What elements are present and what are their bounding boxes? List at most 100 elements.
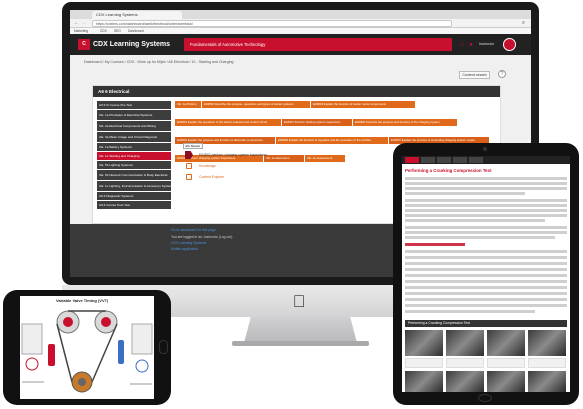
photo-caption bbox=[405, 358, 443, 368]
text-line bbox=[405, 219, 545, 222]
photo-caption bbox=[446, 358, 484, 368]
browser-tab[interactable]: CDX Learning Systems bbox=[92, 11, 182, 19]
sidebar-item[interactable]: A6 6 Diagnostic Systems bbox=[97, 192, 171, 200]
engine-photo[interactable] bbox=[528, 371, 566, 392]
engine-photo[interactable] bbox=[528, 330, 566, 356]
home-button[interactable] bbox=[478, 394, 492, 402]
task-tag[interactable]: E04806 Describe the purpose and function… bbox=[353, 119, 457, 126]
sidebar-item[interactable]: A6 6 Ib Course Pre-Test bbox=[97, 101, 171, 109]
engine-photo[interactable] bbox=[446, 330, 484, 356]
step-line bbox=[405, 256, 567, 259]
tablet-nav-button[interactable] bbox=[453, 157, 467, 163]
apple-logo-icon:  bbox=[289, 292, 309, 312]
engine-photo[interactable] bbox=[405, 330, 443, 356]
task-tag[interactable]: E04806 Explain the function of regulator… bbox=[276, 137, 388, 144]
step-line bbox=[405, 280, 567, 283]
text-line bbox=[405, 226, 567, 229]
sidebar-item[interactable]: CE. 1a Battery Systems bbox=[97, 143, 171, 151]
sidebar-item[interactable]: CE. 5b Lighting Systems bbox=[97, 161, 171, 169]
footer-link[interactable]: Go to dashboard for this page bbox=[171, 228, 216, 233]
text-line bbox=[405, 192, 525, 195]
job-sheet-item[interactable]: Content Explorer bbox=[185, 173, 345, 181]
diagram-title: Variable Valve Timing (VVT) bbox=[56, 298, 109, 303]
task-tag[interactable]: E04802 Describe the purpose, operation, … bbox=[202, 101, 310, 108]
camera-icon bbox=[483, 147, 487, 151]
text-line bbox=[405, 236, 555, 239]
ipad-device: Performing a Cranking Compression Test P… bbox=[393, 143, 579, 405]
knowledge-icon bbox=[186, 163, 192, 169]
text-line bbox=[405, 187, 567, 190]
step-line bbox=[405, 262, 567, 265]
vvt-diagram-icon[interactable] bbox=[20, 304, 154, 399]
engine-photo[interactable] bbox=[405, 371, 443, 392]
sidebar-item[interactable]: CE. 1c Lighting, Instrumentation & Acces… bbox=[97, 181, 171, 191]
tablet-page-title: Performing a Cranking Compression Test bbox=[405, 168, 492, 173]
imac-foot bbox=[232, 341, 369, 346]
text-line bbox=[405, 177, 567, 180]
figure-title: Performing a Cranking Compression Test bbox=[405, 320, 567, 327]
sidebar-item[interactable]: CE. 1a Principles of Electrical Systems bbox=[97, 110, 171, 120]
course-title: Fundamentals of Automotive Technology bbox=[184, 38, 452, 51]
job-sheet-label[interactable]: Knowledge bbox=[199, 162, 216, 170]
imac-stand bbox=[244, 317, 357, 343]
step-line bbox=[405, 286, 567, 289]
menu-icon[interactable]: ≡ bbox=[522, 20, 525, 27]
footer-link[interactable]: Mobile application bbox=[171, 247, 198, 252]
job-sheets-tab[interactable]: Job Sheets bbox=[183, 143, 203, 149]
footer-link[interactable]: CDX Learning Systems bbox=[171, 241, 206, 246]
tablet-nav-button[interactable] bbox=[405, 157, 419, 163]
text-line bbox=[405, 199, 567, 202]
text-line bbox=[405, 243, 465, 246]
back-icon[interactable]: ← bbox=[74, 20, 79, 27]
sidebar-item-active[interactable]: CE. 1e Starting and Charging bbox=[97, 152, 171, 160]
sidebar-item[interactable]: CE. 6b Network Communication & Body Elec… bbox=[97, 170, 171, 180]
tablet-nav-button[interactable] bbox=[469, 157, 483, 163]
task-tag[interactable]: E04804 Explain the operation of the star… bbox=[175, 119, 281, 126]
sidebar: A6 6 Ib Course Pre-Test CE. 1a Principle… bbox=[97, 101, 171, 210]
task-tag[interactable]: E04803 Explain the function of starter m… bbox=[311, 101, 415, 108]
step-line bbox=[405, 250, 567, 253]
content-search-button[interactable]: Content search bbox=[459, 71, 490, 79]
photo-caption bbox=[487, 358, 525, 368]
url-field[interactable]: https://cdxlms.com/dashboard/ase6/electr… bbox=[92, 20, 452, 27]
app-title[interactable]: CDX Learning Systems bbox=[93, 38, 170, 51]
breadcrumb[interactable]: Dashboard / My Courses / CDX - Work up f… bbox=[84, 59, 234, 65]
job-sheet-item[interactable]: Knowledge bbox=[185, 162, 345, 170]
footer-login-text: You are logged in as: Instructor (Log ou… bbox=[171, 235, 233, 239]
home-icon[interactable]: ⌂ bbox=[459, 42, 465, 48]
tablet-nav bbox=[402, 156, 570, 164]
user-name[interactable]: Instructor bbox=[479, 41, 494, 48]
photo-caption bbox=[528, 358, 566, 368]
sidebar-item[interactable]: CE. 2a Electrical Components and Wiring bbox=[97, 121, 171, 131]
sidebar-item[interactable]: CE. 3a Meter Usage and Circuit Diagnosis bbox=[97, 132, 171, 142]
engine-photo[interactable] bbox=[487, 371, 525, 392]
engine-photo[interactable] bbox=[487, 330, 525, 356]
job-sheet-label[interactable]: Content Explorer bbox=[199, 173, 224, 181]
avatar[interactable] bbox=[503, 38, 516, 51]
home-button[interactable] bbox=[159, 340, 168, 354]
task-tag[interactable]: CE. 1a Prelims bbox=[175, 101, 201, 108]
cdx-logo-icon: C bbox=[78, 39, 90, 50]
address-bar-row: ← → https://cdxlms.com/dashboard/ase6/el… bbox=[70, 19, 531, 28]
job-sheet-label[interactable]: E04802 perform charging system inspectio… bbox=[199, 151, 267, 159]
iphone-screen: Variable Valve Timing (VVT) bbox=[20, 296, 154, 399]
tablet-nav-button[interactable] bbox=[437, 157, 451, 163]
text-line bbox=[405, 182, 567, 185]
job-sheet-item[interactable]: E04802 perform charging system inspectio… bbox=[185, 151, 345, 159]
sidebar-item[interactable]: A6 6 Course Post-Test bbox=[97, 201, 171, 209]
step-line bbox=[405, 268, 567, 271]
forward-icon[interactable]: → bbox=[81, 20, 86, 27]
panel-title: A6 6 Electrical bbox=[93, 86, 500, 97]
help-icon[interactable]: ? bbox=[498, 70, 506, 78]
app-header: C CDX Learning Systems Fundamentals of A… bbox=[70, 34, 531, 55]
text-line bbox=[405, 209, 567, 212]
ipad-screen: Performing a Cranking Compression Test P… bbox=[402, 156, 570, 392]
engine-photo[interactable] bbox=[446, 371, 484, 392]
step-line bbox=[405, 292, 567, 295]
browser-tab-bar: CDX Learning Systems bbox=[70, 10, 531, 19]
tablet-nav-button[interactable] bbox=[421, 157, 435, 163]
notification-icon[interactable]: ● bbox=[468, 42, 474, 48]
iphone-device: Variable Valve Timing (VVT) bbox=[3, 290, 171, 405]
text-line bbox=[405, 231, 567, 234]
task-tag[interactable]: E04807 Perform starting system inspectio… bbox=[282, 119, 352, 126]
